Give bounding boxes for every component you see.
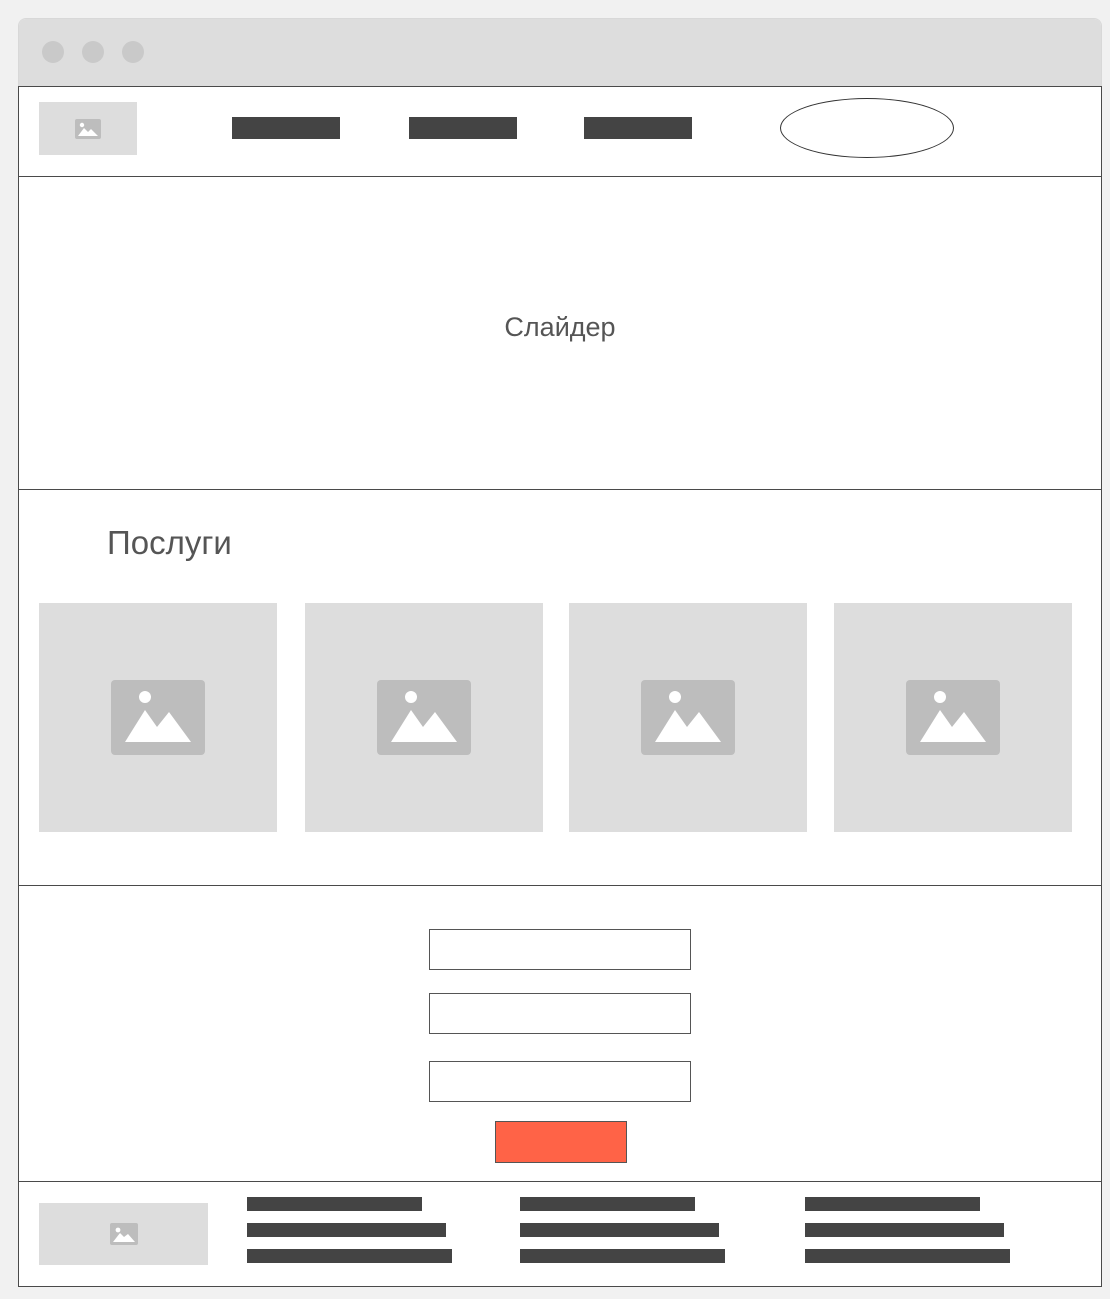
image-icon	[906, 680, 1000, 755]
services-title: Послуги	[107, 524, 232, 561]
services-divider	[19, 885, 1101, 886]
page-wireframe: Слайдер Послуги	[18, 86, 1102, 1287]
footer-link[interactable]	[520, 1197, 695, 1211]
form-field-1[interactable]	[429, 929, 691, 970]
submit-button[interactable]	[495, 1121, 627, 1163]
footer-link[interactable]	[247, 1249, 452, 1263]
footer-link[interactable]	[805, 1249, 1010, 1263]
form-divider	[19, 1181, 1101, 1182]
service-card-1[interactable]	[39, 603, 277, 832]
logo-placeholder[interactable]	[39, 102, 137, 155]
footer-link[interactable]	[520, 1249, 725, 1263]
image-icon	[377, 680, 471, 755]
image-icon	[111, 680, 205, 755]
nav-item-3[interactable]	[584, 117, 692, 139]
footer-link[interactable]	[247, 1197, 422, 1211]
window-dot-close[interactable]	[42, 41, 64, 63]
form-field-2[interactable]	[429, 993, 691, 1034]
image-icon	[110, 1223, 138, 1245]
service-card-4[interactable]	[834, 603, 1072, 832]
footer-logo-placeholder[interactable]	[39, 1203, 208, 1265]
nav-item-2[interactable]	[409, 117, 517, 139]
image-icon	[75, 119, 101, 139]
footer-link[interactable]	[805, 1197, 980, 1211]
service-card-2[interactable]	[305, 603, 543, 832]
slider-label: Слайдер	[504, 312, 616, 342]
footer-link[interactable]	[520, 1223, 719, 1237]
service-card-3[interactable]	[569, 603, 807, 832]
browser-titlebar	[19, 19, 1101, 87]
form-field-3[interactable]	[429, 1061, 691, 1102]
slider-divider	[19, 489, 1101, 490]
window-dot-minimize[interactable]	[82, 41, 104, 63]
footer-link[interactable]	[247, 1223, 446, 1237]
footer-link[interactable]	[805, 1223, 1004, 1237]
window-dot-maximize[interactable]	[122, 41, 144, 63]
image-icon	[641, 680, 735, 755]
header-action-oval[interactable]	[780, 98, 954, 158]
nav-item-1[interactable]	[232, 117, 340, 139]
